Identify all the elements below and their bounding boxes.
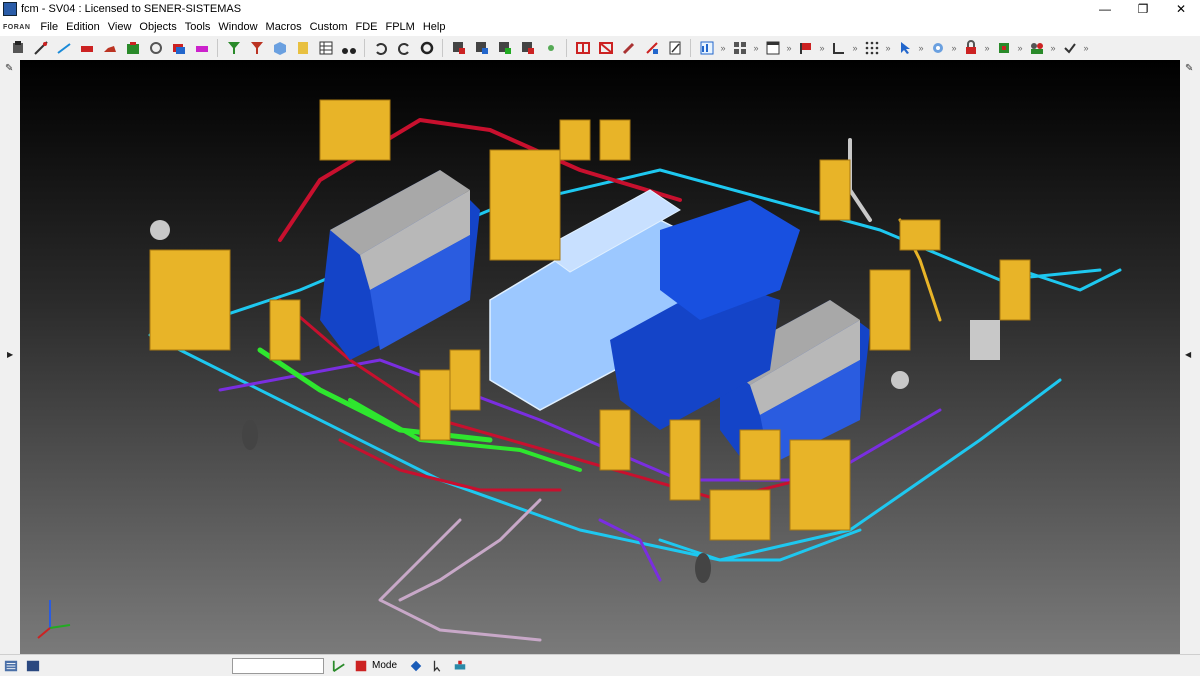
foran-logo: FORAN bbox=[3, 23, 31, 31]
toolbar-overflow-chevron-icon[interactable]: » bbox=[982, 43, 992, 53]
menu-custom[interactable]: Custom bbox=[306, 21, 352, 33]
toolbar-separator bbox=[217, 39, 218, 57]
menu-objects[interactable]: Objects bbox=[135, 21, 180, 33]
menu-fde[interactable]: FDE bbox=[352, 21, 382, 33]
layer-tool-icon[interactable] bbox=[169, 38, 189, 58]
toolbar-overflow-chevron-icon[interactable]: » bbox=[817, 43, 827, 53]
toolbar-overflow-chevron-icon[interactable]: » bbox=[916, 43, 926, 53]
pointer-tool-icon[interactable] bbox=[895, 38, 915, 58]
binoculars-icon[interactable] bbox=[339, 38, 359, 58]
expand-left-panel-icon[interactable]: ▶ bbox=[7, 350, 13, 359]
engine-room-model[interactable] bbox=[20, 60, 1180, 654]
lock-tool-icon[interactable] bbox=[961, 38, 981, 58]
toolbar-separator bbox=[690, 39, 691, 57]
checkmark-icon[interactable] bbox=[1060, 38, 1080, 58]
toolbar-overflow-chevron-icon[interactable]: » bbox=[883, 43, 893, 53]
green-dot-icon[interactable] bbox=[541, 38, 561, 58]
chart-view-icon[interactable] bbox=[697, 38, 717, 58]
toolbar-overflow-chevron-icon[interactable]: » bbox=[949, 43, 959, 53]
window-title: fcm - SV04 : Licensed to SENER-SISTEMAS bbox=[21, 3, 242, 15]
network-status-icon[interactable] bbox=[408, 658, 424, 674]
left-engine[interactable] bbox=[320, 170, 480, 360]
menu-macros[interactable]: Macros bbox=[262, 21, 306, 33]
menu-bar: FORAN File Edition View Objects Tools Wi… bbox=[0, 18, 1200, 36]
menu-tools[interactable]: Tools bbox=[181, 21, 215, 33]
toolbar-separator bbox=[566, 39, 567, 57]
refresh-icon[interactable] bbox=[417, 38, 437, 58]
undo-icon[interactable] bbox=[371, 38, 391, 58]
line-tool-icon[interactable] bbox=[54, 38, 74, 58]
toolbar-overflow-chevron-icon[interactable]: » bbox=[1015, 43, 1025, 53]
3d-viewport[interactable] bbox=[20, 60, 1180, 654]
list-view-icon[interactable] bbox=[3, 658, 19, 674]
reject-object-icon[interactable] bbox=[518, 38, 538, 58]
dimension-tool-icon[interactable] bbox=[829, 38, 849, 58]
grid-document-icon[interactable] bbox=[316, 38, 336, 58]
menu-edition[interactable]: Edition bbox=[62, 21, 104, 33]
main-toolbar: » » » » » » » » » » » » bbox=[0, 36, 1200, 61]
section-view-icon[interactable] bbox=[596, 38, 616, 58]
window-frame-icon[interactable] bbox=[763, 38, 783, 58]
angle-tool-icon[interactable] bbox=[331, 658, 347, 674]
ship-status-icon[interactable] bbox=[452, 658, 468, 674]
box-green-icon[interactable] bbox=[123, 38, 143, 58]
menu-window[interactable]: Window bbox=[214, 21, 261, 33]
mode-label[interactable]: Mode bbox=[372, 660, 397, 671]
menu-help[interactable]: Help bbox=[419, 21, 450, 33]
route-pipe-icon[interactable] bbox=[31, 38, 51, 58]
redo-icon[interactable] bbox=[394, 38, 414, 58]
title-bar: fcm - SV04 : Licensed to SENER-SISTEMAS … bbox=[0, 0, 1200, 18]
menu-fplm[interactable]: FPLM bbox=[382, 21, 419, 33]
cube-view-icon[interactable] bbox=[270, 38, 290, 58]
right-side-panel: ✎ ◀ bbox=[1180, 60, 1200, 654]
toolbar-overflow-chevron-icon[interactable]: » bbox=[784, 43, 794, 53]
menu-view[interactable]: View bbox=[104, 21, 136, 33]
magnet-tool-icon[interactable] bbox=[192, 38, 212, 58]
accept-object-icon[interactable] bbox=[495, 38, 515, 58]
app-icon[interactable] bbox=[3, 2, 17, 16]
network-tool-icon[interactable] bbox=[928, 38, 948, 58]
toolbar-overflow-chevron-icon[interactable]: » bbox=[850, 43, 860, 53]
filter-red-icon[interactable] bbox=[247, 38, 267, 58]
link-tool-icon[interactable] bbox=[146, 38, 166, 58]
menu-file[interactable]: File bbox=[36, 21, 62, 33]
flag-tool-icon[interactable] bbox=[796, 38, 816, 58]
monitor-icon[interactable] bbox=[25, 658, 41, 674]
copy-object-icon[interactable] bbox=[472, 38, 492, 58]
edit-object-icon[interactable] bbox=[449, 38, 469, 58]
toolbar-overflow-chevron-icon[interactable]: » bbox=[751, 43, 761, 53]
note-tool-icon[interactable] bbox=[665, 38, 685, 58]
cursor-status-icon[interactable] bbox=[430, 658, 446, 674]
export-tool-icon[interactable] bbox=[994, 38, 1014, 58]
toolbar-overflow-chevron-icon[interactable]: » bbox=[1081, 43, 1091, 53]
pin-icon[interactable]: ✎ bbox=[5, 63, 13, 74]
toolbar-overflow-chevron-icon[interactable]: » bbox=[718, 43, 728, 53]
minimize-button[interactable]: — bbox=[1086, 0, 1124, 18]
restore-button[interactable]: ❐ bbox=[1124, 0, 1162, 18]
move-tool-icon[interactable] bbox=[8, 38, 28, 58]
valve-red-icon[interactable] bbox=[77, 38, 97, 58]
left-side-panel: ✎ ▶ bbox=[0, 60, 20, 654]
grid-layout-icon[interactable] bbox=[730, 38, 750, 58]
measure-tool-icon[interactable] bbox=[642, 38, 662, 58]
toolbar-separator bbox=[442, 39, 443, 57]
filter-green-icon[interactable] bbox=[224, 38, 244, 58]
users-tool-icon[interactable] bbox=[1027, 38, 1047, 58]
toolbar-overflow-chevron-icon[interactable]: » bbox=[1048, 43, 1058, 53]
split-view-icon[interactable] bbox=[573, 38, 593, 58]
expand-right-panel-icon[interactable]: ◀ bbox=[1185, 350, 1191, 359]
axis-triad bbox=[37, 600, 71, 639]
toolbar-separator bbox=[364, 39, 365, 57]
paint-tool-icon[interactable] bbox=[619, 38, 639, 58]
shoe-tool-icon[interactable] bbox=[100, 38, 120, 58]
pin-icon[interactable]: ✎ bbox=[1185, 63, 1193, 74]
status-bar: Mode bbox=[0, 654, 1200, 676]
document-icon[interactable] bbox=[293, 38, 313, 58]
dot-grid-icon[interactable] bbox=[862, 38, 882, 58]
close-button[interactable]: ✕ bbox=[1162, 0, 1200, 18]
window-controls: — ❐ ✕ bbox=[1086, 0, 1200, 18]
mode-icon[interactable] bbox=[353, 658, 369, 674]
command-input[interactable] bbox=[232, 657, 324, 674]
